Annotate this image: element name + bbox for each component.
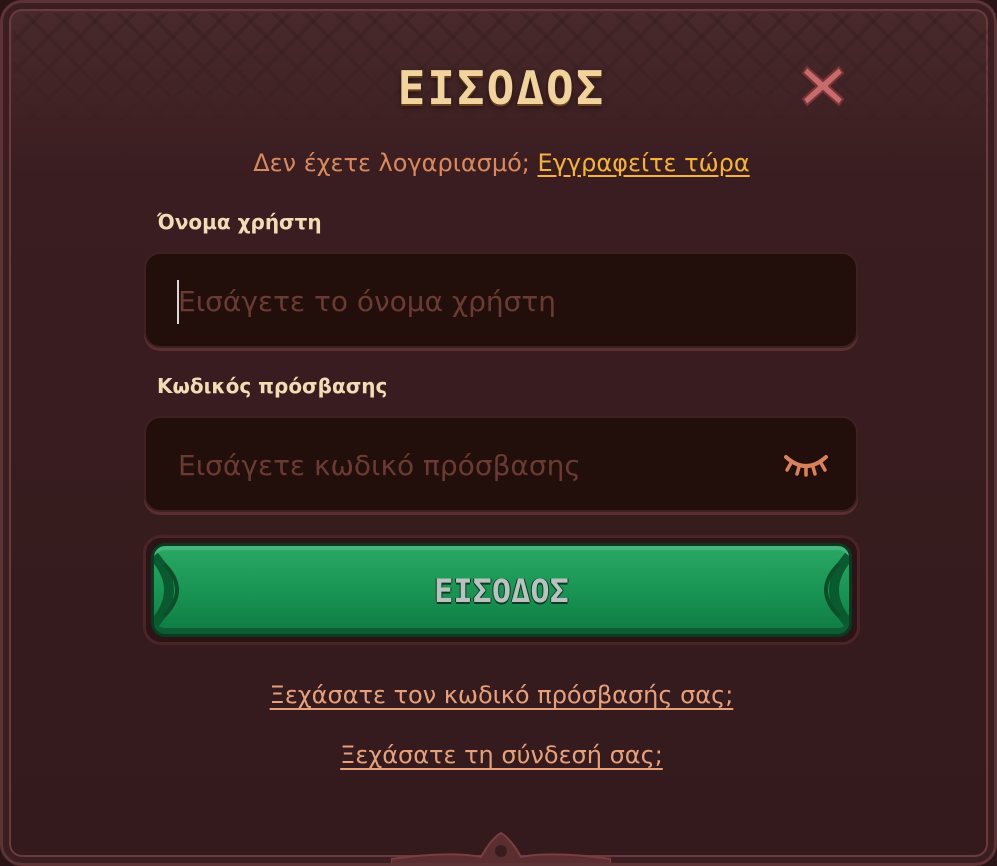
username-input[interactable] — [176, 254, 780, 348]
register-prompt-text: Δεν έχετε λογαριασμό; — [253, 149, 530, 177]
register-link[interactable]: Εγγραφείτε τώρα — [538, 149, 750, 177]
close-icon[interactable] — [799, 61, 847, 109]
login-dialog: ΕΙΣΟΔΟΣ Δεν έχετε λογαριασμό; Εγγραφείτε… — [0, 0, 997, 866]
eye-closed-icon[interactable] — [783, 451, 829, 477]
login-submit-label: ΕΙΣΟΔΟΣ — [434, 572, 569, 610]
password-field-box[interactable] — [144, 416, 858, 512]
login-submit-button[interactable]: ΕΙΣΟΔΟΣ — [151, 543, 852, 637]
register-prompt: Δεν έχετε λογαριασμό; Εγγραφείτε τώρα — [3, 149, 994, 177]
password-input[interactable] — [176, 418, 780, 512]
dialog-title: ΕΙΣΟΔΟΣ — [397, 61, 606, 115]
forgot-login-row: Ξεχάσατε τη σύνδεσή σας; — [3, 741, 994, 769]
forgot-password-link[interactable]: Ξεχάσατε τον κωδικό πρόσβασής σας; — [270, 681, 734, 709]
forgot-login-link[interactable]: Ξεχάσατε τη σύνδεσή σας; — [340, 741, 663, 769]
bottom-ornament-icon — [391, 831, 611, 863]
forgot-password-row: Ξεχάσατε τον κωδικό πρόσβασής σας; — [3, 681, 994, 709]
password-label: Κωδικός πρόσβασης — [157, 374, 388, 398]
username-field-box[interactable] — [144, 252, 858, 348]
username-label: Όνομα χρήστη — [157, 210, 322, 234]
